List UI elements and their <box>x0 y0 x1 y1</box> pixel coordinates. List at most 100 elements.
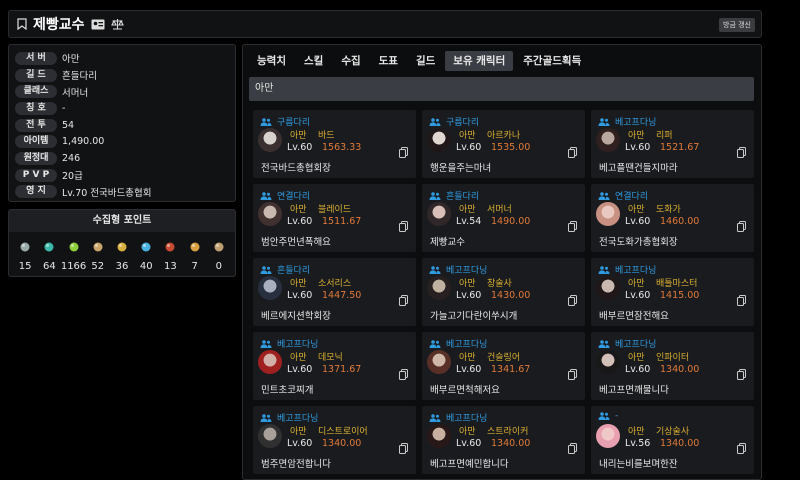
character-card[interactable]: 연결다리 아만 블레이드 Lv.60 1511.67 범안주먼년폭해요 <box>253 184 416 252</box>
copy-icon[interactable] <box>568 439 577 458</box>
character-level: Lv.60 <box>625 364 651 375</box>
collection-points-panel: 수집형 포인트 15 64 1166 52 36 40 13 7 0 <box>8 209 236 277</box>
copy-icon[interactable] <box>737 365 746 384</box>
profile-label: 전 투 <box>15 118 57 132</box>
character-card[interactable]: 베고프다닝 아만 데모닉 Lv.60 1371.67 민트초코찌개 <box>253 332 416 400</box>
tab-6[interactable]: 주간골드획득 <box>515 51 589 71</box>
guild-members-icon <box>429 265 441 274</box>
copy-icon[interactable] <box>568 143 577 162</box>
character-card[interactable]: 베고프다닝 아만 건슬링어 Lv.60 1341.67 배부르면척해저요 <box>422 332 585 400</box>
character-card[interactable]: 베고프다닝 아만 창술사 Lv.60 1430.00 가늘고기다란이쑤시개 <box>422 258 585 326</box>
character-card[interactable]: 흔들다리 아만 서머너 Lv.54 1490.00 제빵교수 <box>422 184 585 252</box>
character-avatar <box>596 202 620 226</box>
character-item-level: 1340.00 <box>491 438 531 449</box>
character-item-level: 1341.67 <box>491 364 531 375</box>
character-avatar <box>427 350 451 374</box>
guild-name: 구름다리 <box>446 118 480 128</box>
character-server: 아만 <box>290 205 307 215</box>
guild-name: 베고프다닝 <box>446 266 488 276</box>
guild-members-icon <box>260 339 272 348</box>
character-item-level: 1535.00 <box>491 142 531 153</box>
character-card[interactable]: 구름다리 아만 바드 Lv.60 1563.33 전국바드총협회장 <box>253 110 416 178</box>
collection-item[interactable]: 7 <box>184 238 206 272</box>
character-card[interactable]: 베고프다닝 아만 리퍼 Lv.60 1521.67 베고플땐건들지마라 <box>591 110 754 178</box>
character-level: Lv.60 <box>287 290 313 301</box>
refresh-button[interactable]: 방금 갱신 <box>719 18 755 32</box>
character-card[interactable]: 베고프다닝 아만 디스트로이어 Lv.60 1340.00 범주면암전합니다 <box>253 406 416 474</box>
guild-members-icon <box>429 117 441 126</box>
copy-icon[interactable] <box>568 365 577 384</box>
copy-icon[interactable] <box>737 143 746 162</box>
tab-5[interactable]: 보유 캐릭터 <box>445 51 514 71</box>
character-guild: 베고프다닝 <box>429 337 487 350</box>
collection-value: 7 <box>191 261 198 272</box>
character-item-level: 1521.67 <box>660 142 700 153</box>
character-card[interactable]: 베고프다닝 아만 배틀마스터 Lv.60 1415.00 배부르면잠전해요 <box>591 258 754 326</box>
collection-value: 13 <box>164 261 177 272</box>
copy-icon[interactable] <box>399 439 408 458</box>
collection-item[interactable]: 0 <box>208 238 230 272</box>
copy-icon[interactable] <box>737 291 746 310</box>
character-avatar <box>258 350 282 374</box>
tab-0[interactable]: 능력치 <box>249 51 294 71</box>
character-level: Lv.60 <box>287 142 313 153</box>
copy-icon[interactable] <box>399 365 408 384</box>
character-class: 창술사 <box>487 279 512 289</box>
collection-value: 36 <box>115 261 129 272</box>
character-avatar <box>427 424 451 448</box>
collection-item[interactable]: 40 <box>135 238 157 272</box>
character-server: 아만 <box>628 131 645 141</box>
tab-1[interactable]: 스킬 <box>296 51 331 71</box>
profile-info-panel: 서 버 아만 길 드 흔들다리 클래스 서머너 칭 호-전 투 54 아이템 1,490.00 원정… <box>8 44 236 202</box>
guild-members-icon <box>598 339 610 348</box>
character-card[interactable]: 흔들다리 아만 소서리스 Lv.60 1447.50 베르에지션학회장 <box>253 258 416 326</box>
character-name: 베고플땐건들지마라 <box>599 163 678 174</box>
collection-item[interactable]: 1166 <box>60 238 87 272</box>
profile-row: P V P 20급 <box>15 167 229 184</box>
collection-item[interactable]: 52 <box>87 238 109 272</box>
copy-icon[interactable] <box>568 217 577 236</box>
guild-name: 베고프다닝 <box>615 118 657 128</box>
copy-icon[interactable] <box>399 143 408 162</box>
profile-row: 길 드 흔들다리 <box>15 67 229 84</box>
collection-value: 15 <box>18 261 32 272</box>
tab-2[interactable]: 수집 <box>333 51 368 71</box>
character-class: 도화가 <box>656 205 681 215</box>
character-card[interactable]: 구름다리 아만 아르카나 Lv.60 1535.00 행운을주는마녀 <box>422 110 585 178</box>
tab-4[interactable]: 길드 <box>408 51 443 71</box>
copy-icon[interactable] <box>737 439 746 458</box>
collection-value: 1166 <box>60 261 87 272</box>
character-level: Lv.60 <box>456 290 482 301</box>
copy-icon[interactable] <box>399 217 408 236</box>
character-card[interactable]: 베고프다닝 아만 스트라이커 Lv.60 1340.00 베고프면예민합니다 <box>422 406 585 474</box>
copy-icon[interactable] <box>399 291 408 310</box>
character-server: 아만 <box>628 353 645 363</box>
character-class: 데모닉 <box>318 353 343 363</box>
guild-members-icon <box>260 265 272 274</box>
character-level: Lv.60 <box>625 216 651 227</box>
collection-value: 52 <box>91 261 105 272</box>
profile-card-icon[interactable] <box>91 19 105 30</box>
tab-3[interactable]: 도표 <box>371 51 406 71</box>
collection-value: 40 <box>139 261 153 272</box>
collection-item[interactable]: 36 <box>111 238 133 272</box>
character-class: 인파이터 <box>656 353 690 363</box>
character-card[interactable]: 연결다리 아만 도화가 Lv.60 1460.00 전국도화가총협회장 <box>591 184 754 252</box>
character-guild: 구름다리 <box>260 115 310 128</box>
character-guild: 베고프다닝 <box>598 115 656 128</box>
character-name: 제빵교수 <box>33 17 85 33</box>
character-guild: 베고프다닝 <box>429 263 487 276</box>
character-name: 범주면암전합니다 <box>261 459 331 470</box>
profile-label: 서 버 <box>15 51 57 65</box>
scale-icon[interactable] <box>110 18 124 30</box>
bookmark-icon[interactable] <box>17 18 27 30</box>
guild-members-icon <box>598 191 610 200</box>
copy-icon[interactable] <box>737 217 746 236</box>
character-card[interactable]: 베고프다닝 아만 인파이터 Lv.60 1340.00 베고프면깨물니다 <box>591 332 754 400</box>
collection-item[interactable]: 13 <box>159 238 181 272</box>
copy-icon[interactable] <box>568 291 577 310</box>
collection-item[interactable]: 64 <box>38 238 60 272</box>
character-server: 아만 <box>459 353 476 363</box>
character-card[interactable]: - 아만 기상술사 Lv.56 1340.00 내리는비를보며한잔 <box>591 406 754 474</box>
collection-item[interactable]: 15 <box>14 238 36 272</box>
